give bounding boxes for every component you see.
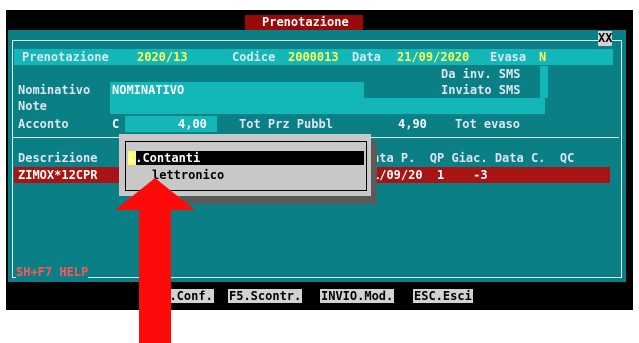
prenotazione-number[interactable]: 2020/13 xyxy=(137,50,188,65)
tot-prz-label: Tot Prz Pubbl xyxy=(239,117,333,131)
close-button[interactable]: XX xyxy=(598,31,613,46)
codice-label: Codice xyxy=(232,50,276,64)
table-header-columns: ata P. QP Giac. Data C. QC xyxy=(372,151,575,165)
inviato-sms-field[interactable] xyxy=(540,82,548,98)
tot-evaso-label: Tot evaso xyxy=(455,117,521,131)
evasa-value[interactable]: N xyxy=(539,50,546,65)
prenotazione-label: Prenotazione xyxy=(22,50,109,64)
nominativo-value: NOMINATIVO xyxy=(112,83,185,97)
table-row-values: 1/09/20 1 -3 xyxy=(372,168,488,182)
f5-scontrino-button[interactable]: F5.Scontr. xyxy=(228,289,303,303)
invio-modify-button[interactable]: INVIO.Mod. xyxy=(320,289,395,303)
acconto-label: Acconto xyxy=(18,117,69,131)
da-inv-sms-label: Da inv. SMS xyxy=(441,67,521,81)
esc-exit-button[interactable]: ESC.Esci xyxy=(413,289,473,303)
help-hint: SH+F7 HELP xyxy=(16,265,89,280)
data-value[interactable]: 21/09/2020 xyxy=(397,50,469,65)
acconto-value: 4,00 xyxy=(178,117,207,131)
da-inv-sms-field[interactable] xyxy=(540,66,548,82)
annotation-arrow-icon xyxy=(115,178,195,343)
table-header-descrizione: Descrizione xyxy=(18,151,98,165)
codice-value[interactable]: 2000013 xyxy=(288,50,339,65)
note-field[interactable] xyxy=(110,98,545,114)
inviato-sms-label: Inviato SMS xyxy=(441,83,521,97)
note-label: Note xyxy=(18,99,47,113)
data-label: Data xyxy=(352,50,381,64)
acconto-code[interactable]: C xyxy=(112,117,119,132)
dropdown-option-contanti[interactable]: C.Contanti xyxy=(128,151,200,166)
nominativo-label: Nominativo xyxy=(18,83,91,97)
tot-prz-value: 4,90 xyxy=(398,117,427,131)
window-title: Prenotazione xyxy=(262,15,349,29)
evasa-label: Evasa xyxy=(490,50,527,64)
table-row-descrizione: ZIMOX*12CPR xyxy=(18,168,98,182)
